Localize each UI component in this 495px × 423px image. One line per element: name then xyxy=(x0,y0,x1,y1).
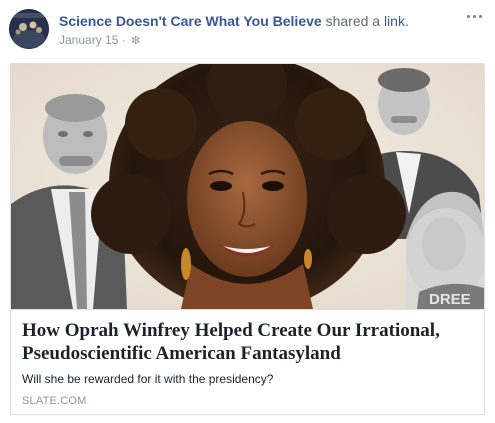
post-meta: January 15 · ✼ xyxy=(59,33,140,49)
link-title[interactable]: How Oprah Winfrey Helped Create Our Irra… xyxy=(22,319,472,365)
post-header: Science Doesn't Care What You Believe sh… xyxy=(59,13,409,30)
link-preview-text[interactable]: How Oprah Winfrey Helped Create Our Irra… xyxy=(11,309,484,414)
meta-separator: · xyxy=(121,33,126,47)
gear-icon: ✼ xyxy=(131,35,141,47)
link-domain: SLATE.COM xyxy=(22,395,87,407)
feed-post: Science Doesn't Care What You Believe sh… xyxy=(0,0,495,423)
shared-action-text: shared a xyxy=(325,13,381,29)
link-preview-image[interactable]: DREE xyxy=(11,64,484,309)
page-avatar[interactable] xyxy=(9,9,49,49)
post-date[interactable]: January 15 xyxy=(59,33,118,47)
avatar-image xyxy=(9,9,49,49)
more-options-button[interactable] xyxy=(465,10,483,22)
link-description: Will she be rewarded for it with the pre… xyxy=(22,372,274,386)
page-name-link[interactable]: Science Doesn't Care What You Believe xyxy=(59,13,322,29)
ellipsis-icon xyxy=(466,14,470,18)
shared-link-word[interactable]: link. xyxy=(384,13,409,29)
shirt-text: DREE xyxy=(429,291,471,308)
collage-illustration: DREE xyxy=(11,64,484,309)
link-preview-card[interactable]: DREE How Oprah Winfrey Helped Create Our… xyxy=(10,63,485,415)
